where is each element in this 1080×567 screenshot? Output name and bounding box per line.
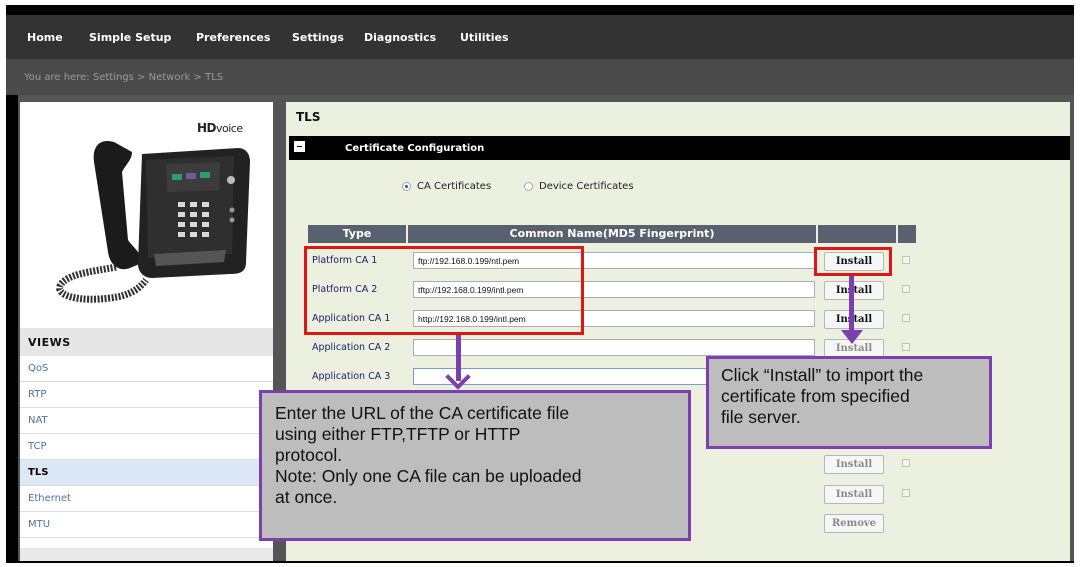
radio-device-certificates[interactable]: Device Certificates xyxy=(524,181,634,192)
logo-hd: HD xyxy=(197,121,217,135)
highlight-install-button xyxy=(814,247,892,276)
row-type-label: Application CA 3 xyxy=(312,371,391,382)
views-title: VIEWS xyxy=(28,336,71,349)
view-item-tcp[interactable]: TCP xyxy=(20,434,273,460)
view-item-label: MTU xyxy=(28,519,51,530)
nav-diagnostics[interactable]: Diagnostics xyxy=(364,31,436,44)
radio-label: CA Certificates xyxy=(417,181,492,192)
callout-line: file server. xyxy=(721,407,801,427)
callout-line: Note: Only one CA file can be uploaded xyxy=(275,466,582,486)
radio-ca-certificates[interactable]: CA Certificates xyxy=(402,181,491,192)
view-item-tls[interactable]: TLS xyxy=(20,460,273,486)
install-button[interactable]: Install xyxy=(824,455,884,474)
view-item-label: QoS xyxy=(28,363,49,374)
column-header-select xyxy=(898,225,916,243)
view-item-ethernet[interactable]: Ethernet xyxy=(20,486,273,512)
view-item-mtu[interactable]: MTU xyxy=(20,512,273,538)
top-navigation: Home Simple Setup Preferences Settings D… xyxy=(6,15,1074,59)
sidebar-footer xyxy=(20,548,273,561)
callout-enter-url: Enter the URL of the CA certificate file… xyxy=(259,390,691,541)
hdvoice-logo: HDvoice xyxy=(197,121,243,135)
column-header-action xyxy=(818,225,896,243)
install-button[interactable]: Install xyxy=(824,485,884,504)
url-field-application-ca-2[interactable] xyxy=(413,339,815,356)
row-checkbox[interactable] xyxy=(902,314,910,322)
callout-line: certificate from specified xyxy=(721,386,910,406)
breadcrumb: You are here: Settings > Network > TLS xyxy=(24,72,224,83)
column-header-common-name: Common Name(MD5 Fingerprint) xyxy=(408,225,816,243)
nav-home[interactable]: Home xyxy=(27,31,63,44)
logo-voice: voice xyxy=(216,122,243,135)
callout-line: protocol. xyxy=(275,445,343,465)
highlight-url-rows xyxy=(304,246,584,335)
install-button[interactable]: Install xyxy=(824,281,884,300)
radio-selected-icon xyxy=(402,182,411,191)
view-item-nat[interactable]: NAT xyxy=(20,408,273,434)
row-checkbox[interactable] xyxy=(902,285,910,293)
radio-unselected-icon xyxy=(524,182,533,191)
view-item-rtp[interactable]: RTP xyxy=(20,382,273,408)
callout-line: Click “Install” to import the xyxy=(721,365,924,385)
arrow-stem-right xyxy=(849,276,854,332)
page-title: TLS xyxy=(296,110,321,124)
callout-line: at once. xyxy=(275,487,338,507)
radio-label: Device Certificates xyxy=(539,181,634,192)
callout-line: using either FTP,TFTP or HTTP xyxy=(275,424,521,444)
view-item-label: TCP xyxy=(28,441,47,452)
nav-simple-setup[interactable]: Simple Setup xyxy=(89,31,171,44)
view-item-qos[interactable]: QoS xyxy=(20,356,273,382)
install-button[interactable]: Install xyxy=(824,310,884,329)
phone-image-panel xyxy=(20,102,273,328)
row-checkbox[interactable] xyxy=(902,489,910,497)
view-item-label: Ethernet xyxy=(28,493,72,504)
view-item-label: NAT xyxy=(28,415,48,426)
nav-preferences[interactable]: Preferences xyxy=(196,31,270,44)
nav-utilities[interactable]: Utilities xyxy=(460,31,509,44)
view-item-label: RTP xyxy=(28,389,47,400)
row-checkbox[interactable] xyxy=(902,343,910,351)
row-checkbox[interactable] xyxy=(902,256,910,264)
collapse-section-button[interactable] xyxy=(294,141,305,152)
callout-click-install: Click “Install” to import the certificat… xyxy=(706,356,992,449)
views-list: QoS RTP NAT TCP TLS Ethernet MTU xyxy=(20,356,273,548)
row-type-label: Application CA 2 xyxy=(312,342,391,353)
section-title: Certificate Configuration xyxy=(345,143,485,154)
callout-line: Enter the URL of the CA certificate file xyxy=(275,403,570,423)
desk-phone-image xyxy=(56,140,250,303)
arrow-down-icon xyxy=(841,330,863,344)
view-item-label: TLS xyxy=(28,467,49,478)
remove-button[interactable]: Remove xyxy=(824,514,884,533)
nav-settings[interactable]: Settings xyxy=(292,31,344,44)
row-checkbox[interactable] xyxy=(902,459,910,467)
column-header-type: Type xyxy=(308,225,406,243)
